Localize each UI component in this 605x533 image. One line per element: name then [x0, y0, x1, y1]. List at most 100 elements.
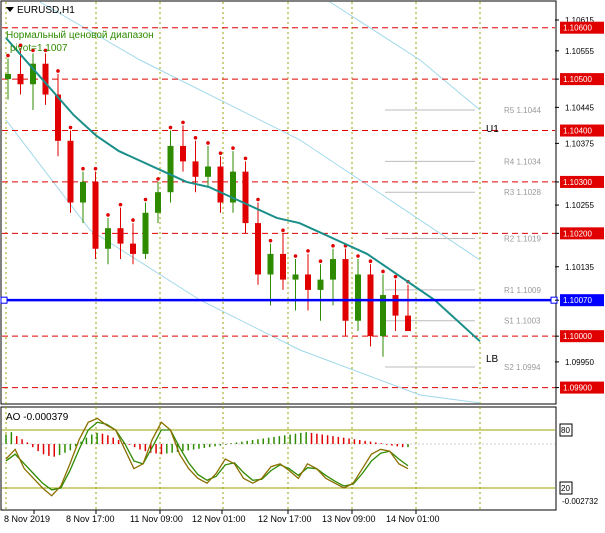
candle-body [255, 223, 261, 275]
fractal-marker [218, 151, 223, 156]
x-tick-label: 14 Nov 01:00 [386, 514, 440, 524]
fractal-marker [381, 269, 385, 274]
y-tick-label: 1.10445 [565, 103, 594, 112]
pivot-label: R3 1.1028 [504, 188, 541, 197]
y-tick-label: 1.09950 [565, 358, 594, 367]
y-tick-label: 1.10135 [565, 263, 594, 272]
current-price-badge-label: 1.10070 [563, 296, 592, 305]
candle-body [305, 274, 311, 290]
time-axis: 8 Nov 2019 8 Nov 17:00 11 Nov 09:00 12 Nov … [4, 510, 440, 524]
fractal-marker [206, 141, 210, 145]
chart-canvas[interactable]: R5 1.1044 R4 1.1034 R3 1.1028 R2 1.1019 R1 1… [0, 0, 605, 528]
pivot-label: S1 1.1003 [504, 317, 541, 326]
pivot-label: R5 1.1044 [504, 106, 541, 115]
candle-body [67, 140, 74, 203]
fractal-marker [131, 218, 135, 222]
lb-tag: LB [486, 354, 499, 365]
fractal-marker [193, 136, 198, 140]
candle-body [330, 259, 336, 280]
pivot-label: S2 1.0994 [504, 363, 541, 372]
fractal-marker [306, 249, 310, 253]
price-axis: 1.106151.105551.105001.104451.103751.103… [555, 16, 604, 394]
candle-body [192, 161, 199, 177]
level-price-badge-label: 1.10400 [563, 127, 592, 136]
fractal-marker [243, 156, 248, 161]
fractal-marker [56, 69, 60, 73]
fractal-marker [281, 228, 285, 233]
x-tick-label: 12 Nov 17:00 [258, 514, 312, 524]
pivot-label: pivot=1.1007 [10, 43, 68, 54]
fractal-marker [181, 120, 185, 125]
candle-body [130, 243, 136, 254]
fractal-marker [293, 254, 298, 258]
x-tick-label: 8 Nov 2019 [4, 514, 50, 524]
pivot-label: R2 1.1019 [504, 234, 541, 243]
chart-window[interactable]: R5 1.1044 R4 1.1034 R3 1.1028 R2 1.1019 R1 1… [0, 0, 605, 528]
fractal-marker [318, 259, 323, 263]
fractal-marker [331, 243, 335, 248]
candle-body [117, 228, 124, 244]
candle-body [267, 253, 274, 275]
level-price-badge-label: 1.10600 [563, 24, 592, 33]
candle-body [5, 73, 11, 80]
candle-body [317, 279, 324, 290]
candle-body [205, 166, 211, 177]
candle-body [167, 145, 174, 193]
fractal-marker [268, 238, 273, 243]
y-tick-label: 1.10255 [565, 201, 594, 210]
ao-panel-frame [0, 406, 557, 511]
y-tick-label: 1.10555 [565, 47, 594, 56]
x-tick-label: 11 Nov 09:00 [130, 514, 183, 524]
pivot-label: R4 1.1034 [504, 157, 541, 166]
candle-body [55, 94, 61, 141]
candle-body [280, 253, 286, 280]
level-price-badge-label: 1.10000 [563, 332, 592, 341]
level-price-badge-label: 1.10300 [563, 178, 592, 187]
pivot-label: R1 1.1009 [504, 286, 541, 295]
fractal-marker [106, 213, 110, 217]
level-80-label: 80 [561, 426, 570, 435]
candle-body [17, 73, 24, 85]
price-line-handle[interactable] [0, 296, 8, 304]
fractal-marker [368, 259, 373, 263]
candle-body [367, 274, 374, 337]
fractal-marker [143, 197, 148, 202]
level-price-badge-label: 1.09900 [563, 384, 592, 393]
x-tick-label: 12 Nov 01:00 [192, 514, 246, 524]
fractal-marker [356, 254, 360, 258]
x-tick-label: 8 Nov 17:00 [66, 514, 115, 524]
fractal-marker [231, 146, 235, 150]
level-price-badge-label: 1.10200 [563, 229, 592, 238]
fractal-marker [156, 177, 160, 181]
fractal-marker [118, 202, 123, 207]
u1-tag: U1 [486, 124, 499, 135]
candle-body [405, 315, 411, 332]
candle-body [80, 181, 86, 203]
level-price-badge-label: 1.10500 [563, 75, 592, 84]
fractal-marker [81, 166, 85, 171]
candle-body [242, 171, 249, 224]
ao-min-label: -0.002732 [562, 497, 599, 506]
candle-body [155, 192, 161, 213]
symbol-header: EURUSD,H1 [6, 5, 75, 16]
indicator-name: Нормальный ценовой диапазон [6, 30, 154, 41]
fractal-marker [6, 53, 10, 58]
fractal-marker [93, 166, 98, 171]
fractal-marker [68, 125, 73, 130]
fractal-marker [256, 197, 260, 202]
candle-body [180, 145, 186, 162]
level-20-label: 20 [561, 484, 570, 493]
candle-body [92, 181, 99, 249]
candle-body [142, 212, 149, 254]
candle-body [342, 259, 349, 321]
fractal-marker [168, 125, 173, 130]
candle-body [105, 228, 111, 249]
candle-body [217, 166, 224, 203]
candle-body [392, 295, 399, 316]
symbol-label: EURUSD,H1 [17, 5, 75, 16]
y-tick-label: 1.10375 [565, 139, 594, 148]
candle-body [292, 274, 299, 280]
ao-label: AO -0.000379 [6, 412, 69, 423]
x-tick-label: 13 Nov 09:00 [322, 514, 376, 524]
candle-body [355, 274, 361, 321]
